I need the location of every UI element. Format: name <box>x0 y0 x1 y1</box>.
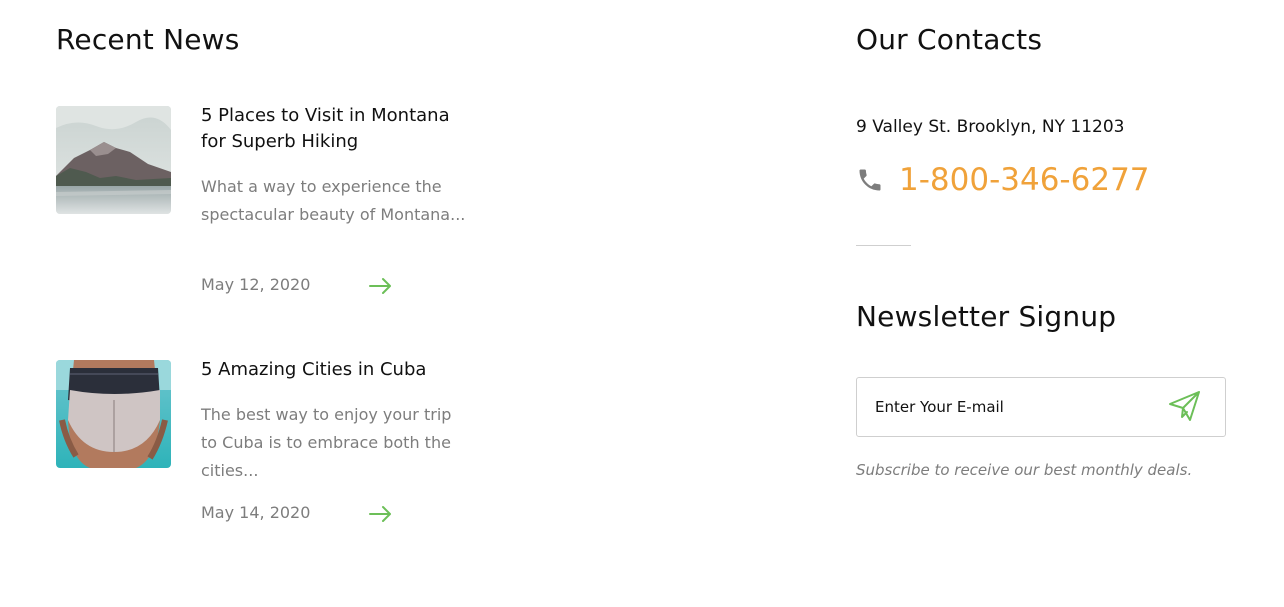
news-excerpt: What a way to experience the spectacular… <box>201 177 466 224</box>
send-button[interactable] <box>1165 390 1205 424</box>
paper-plane-icon <box>1169 391 1200 421</box>
news-date: May 14, 2020 <box>201 503 311 522</box>
arrow-right-icon <box>369 278 391 294</box>
news-thumbnail-beach[interactable] <box>56 360 171 468</box>
our-contacts-title: Our Contacts <box>856 23 1043 56</box>
newsletter-form <box>856 377 1226 437</box>
subscribe-note: Subscribe to receive our best monthly de… <box>856 461 1193 479</box>
email-input[interactable] <box>875 378 1155 436</box>
newsletter-signup-title: Newsletter Signup <box>856 300 1117 333</box>
contact-address: 9 Valley St. Brooklyn, NY 11203 <box>856 117 1125 137</box>
phone-number-link[interactable]: 1-800-346-6277 <box>899 160 1150 200</box>
arrow-right-icon <box>369 506 391 522</box>
news-title[interactable]: 5 Amazing Cities in Cuba <box>201 357 471 383</box>
read-more-link[interactable] <box>369 277 393 297</box>
recent-news-title: Recent News <box>56 23 240 56</box>
news-date: May 12, 2020 <box>201 275 311 294</box>
mountain-lake-image <box>56 106 171 214</box>
news-thumbnail-mountain[interactable] <box>56 106 171 214</box>
beach-swimsuit-image <box>56 360 171 468</box>
news-item: 5 Amazing Cities in Cuba The best way to… <box>56 357 476 560</box>
news-title[interactable]: 5 Places to Visit in Montana for Superb … <box>201 103 471 155</box>
news-item: 5 Places to Visit in Montana for Superb … <box>56 103 476 306</box>
phone-icon <box>856 166 886 196</box>
news-excerpt: The best way to enjoy your trip to Cuba … <box>201 405 452 480</box>
divider <box>856 245 911 246</box>
read-more-link[interactable] <box>369 505 393 525</box>
